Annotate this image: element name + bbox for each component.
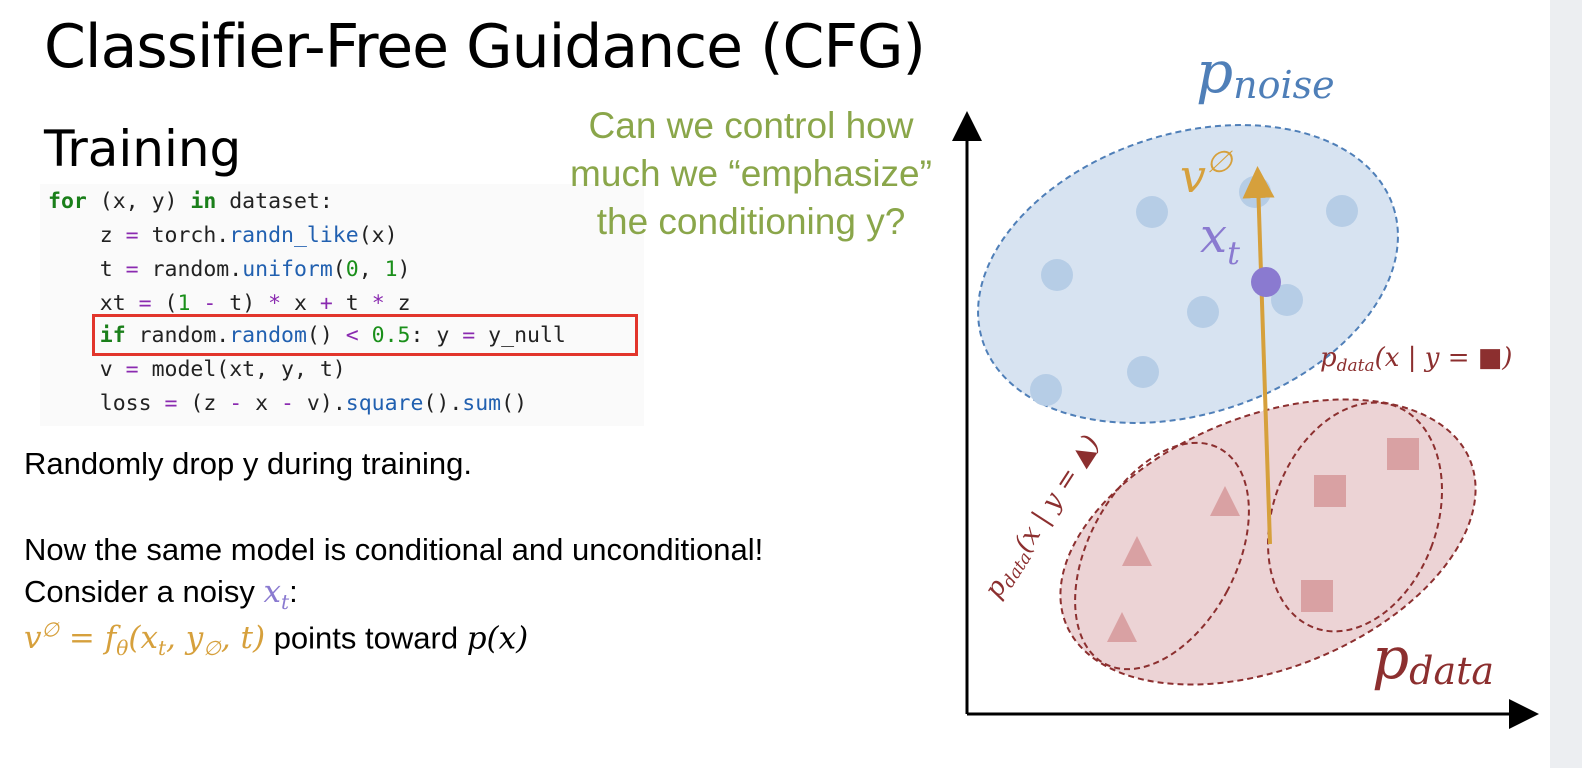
p-data-square-label: pdata(x | y = ■) bbox=[1320, 343, 1512, 376]
noise-sample bbox=[1239, 176, 1271, 208]
noise-sample bbox=[1041, 259, 1073, 291]
p-noise-label: pnoise bbox=[1196, 38, 1335, 107]
noise-sample bbox=[1030, 374, 1062, 406]
noise-sample bbox=[1187, 296, 1219, 328]
noise-sample bbox=[1326, 195, 1358, 227]
xt-point bbox=[1251, 267, 1281, 297]
p-data-label: pdata bbox=[1372, 624, 1494, 693]
square-sample bbox=[1387, 438, 1419, 470]
noise-sample bbox=[1127, 356, 1159, 388]
cfg-diagram: pnoise pdata v∅ xt pdata(x | y = ■) pdat… bbox=[952, 38, 1539, 729]
noise-sample bbox=[1136, 196, 1168, 228]
square-sample bbox=[1314, 475, 1346, 507]
square-sample bbox=[1301, 580, 1333, 612]
